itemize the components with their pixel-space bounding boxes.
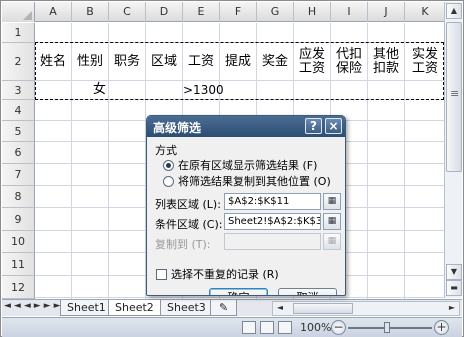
dialog-title: 高级筛选 (153, 121, 202, 135)
row-header-3[interactable]: 3 (2, 81, 35, 100)
column-header-k[interactable]: K (405, 2, 446, 22)
list-range-row: 列表区域 (L): ▦ (155, 193, 345, 211)
copy-to-input (224, 233, 321, 250)
column-header-h[interactable]: H (294, 2, 331, 22)
row-header-1[interactable]: 1 (2, 23, 35, 43)
checkbox-icon[interactable] (156, 268, 167, 280)
scroll-left-icon[interactable]: ◄ (273, 302, 287, 315)
vertical-scroll-thumb[interactable] (446, 22, 462, 172)
radio-copy-to-location[interactable]: 将筛选结果复制到其他位置 (O) (163, 173, 331, 189)
zoom-level[interactable]: 100% (300, 321, 331, 334)
dialog-titlebar[interactable]: 高级筛选 ? × (147, 116, 345, 137)
row-header-5[interactable]: 5 (2, 121, 35, 142)
tab-scroll-icons[interactable]: ◄◄◄►►► (4, 301, 64, 311)
scroll-up-icon[interactable]: ▲ (446, 3, 462, 19)
unique-records-checkbox[interactable]: 选择不重复的记录 (R) (156, 266, 279, 282)
row-header-11[interactable]: 11 (2, 253, 35, 276)
row-header-4[interactable]: 4 (2, 100, 35, 121)
horizontal-scroll-thumb[interactable] (293, 303, 353, 314)
scroll-right-icon[interactable]: ► (445, 302, 459, 315)
column-header-d[interactable]: D (146, 2, 183, 22)
tab-sheet3[interactable]: Sheet3 (160, 300, 213, 316)
copy-to-row: 复制到 (T): ▦ (155, 233, 345, 251)
column-header-i[interactable]: I (331, 2, 368, 22)
radio-filter-in-place[interactable]: 在原有区域显示筛选结果 (F) (163, 157, 317, 173)
column-header-a[interactable]: A (35, 2, 72, 22)
page-layout-view-icon[interactable] (260, 321, 274, 334)
collapse-dialog-icon: ▦ (323, 233, 341, 250)
row-header-10[interactable]: 10 (2, 231, 35, 253)
radio-in-place-label: 在原有区域显示筛选结果 (F) (178, 159, 318, 172)
insert-sheet-icon[interactable]: ✎ (210, 300, 238, 316)
tab-sheet2[interactable]: Sheet2 (108, 300, 161, 316)
row-header-6[interactable]: 6 (2, 142, 35, 164)
criteria-range-label: 条件区域 (C): (155, 218, 223, 231)
normal-view-icon[interactable] (242, 321, 256, 334)
radio-selected-icon[interactable] (163, 159, 174, 171)
row-header-12[interactable]: 12 (2, 276, 35, 299)
sheet-tab-bar: ◄◄◄►►► Sheet1 Sheet2 Sheet3 ✎ ◄ ► (2, 299, 462, 316)
cancel-button[interactable]: 取消 (278, 288, 337, 295)
collapse-dialog-icon[interactable]: ▦ (323, 193, 341, 210)
column-header-f[interactable]: F (220, 2, 257, 22)
horizontal-scrollbar[interactable]: ◄ ► (272, 301, 460, 316)
radio-unselected-icon[interactable] (163, 175, 174, 187)
close-icon[interactable]: × (325, 118, 342, 134)
help-icon[interactable]: ? (305, 118, 322, 134)
row-header-9[interactable]: 9 (2, 208, 35, 231)
zoom-in-icon[interactable]: + (434, 320, 449, 335)
advanced-filter-dialog: 高级筛选 ? × 方式 在原有区域显示筛选结果 (F) 将筛选结果复制到其他位置… (146, 115, 346, 296)
column-header-j[interactable]: J (368, 2, 405, 22)
worksheet-window: A B C D E F G H I J K 1 2 3 4 5 6 7 8 9 … (0, 0, 464, 337)
tab-sheet1[interactable]: Sheet1 (60, 300, 113, 316)
row-header-2[interactable]: 2 (2, 43, 35, 81)
unique-records-label: 选择不重复的记录 (R) (171, 268, 279, 281)
column-header-b[interactable]: B (72, 2, 109, 22)
radio-copy-to-label: 将筛选结果复制到其他位置 (O) (178, 175, 331, 188)
select-all-corner[interactable] (2, 2, 35, 22)
copy-to-label: 复制到 (T): (155, 238, 211, 251)
split-box-icon[interactable]: ▬ (446, 280, 462, 296)
page-break-view-icon[interactable] (278, 321, 292, 334)
criteria-range-row: 条件区域 (C): ▦ (155, 213, 345, 231)
ok-button[interactable]: 确定 (209, 288, 268, 295)
row-header-8[interactable]: 8 (2, 186, 35, 208)
mode-group-label: 方式 (155, 144, 177, 157)
column-header-e[interactable]: E (183, 2, 220, 22)
vertical-scrollbar[interactable]: ▲ ▼ ▬ (444, 2, 462, 298)
criteria-range-marquee (35, 42, 444, 100)
criteria-range-input[interactable] (224, 213, 321, 230)
status-bar: 100% − + (2, 317, 462, 337)
zoom-out-icon[interactable]: − (331, 320, 346, 335)
list-range-input[interactable] (224, 193, 321, 210)
collapse-dialog-icon[interactable]: ▦ (323, 213, 341, 230)
column-header-c[interactable]: C (109, 2, 146, 22)
column-header-g[interactable]: G (257, 2, 294, 22)
column-header-bar: A B C D E F G H I J K (2, 2, 446, 22)
zoom-slider-knob[interactable] (384, 322, 390, 333)
list-range-label: 列表区域 (L): (155, 198, 221, 211)
scroll-down-icon[interactable]: ▼ (446, 264, 462, 280)
zoom-slider-track[interactable] (348, 327, 432, 329)
row-header-7[interactable]: 7 (2, 164, 35, 186)
